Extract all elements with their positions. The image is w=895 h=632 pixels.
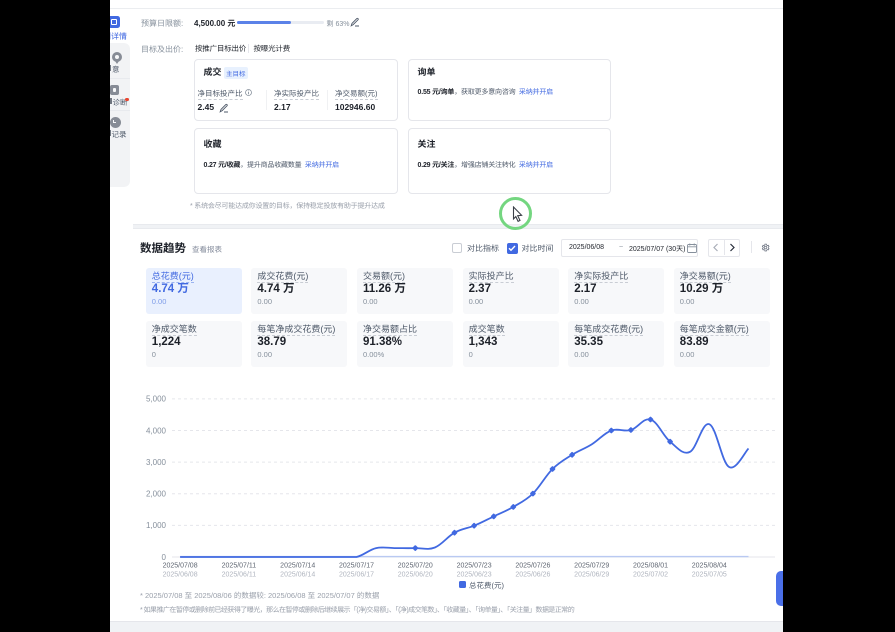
svg-text:2025/08/01: 2025/08/01 [633,563,668,570]
svg-text:2025/07/05: 2025/07/05 [692,572,727,579]
svg-text:2,000: 2,000 [146,490,167,499]
svg-text:2025/06/26: 2025/06/26 [515,572,550,579]
svg-text:0: 0 [162,553,167,562]
svg-text:2025/08/04: 2025/08/04 [692,563,727,570]
svg-text:2025/06/29: 2025/06/29 [574,572,609,579]
svg-text:2025/06/17: 2025/06/17 [339,572,374,579]
svg-text:2025/07/20: 2025/07/20 [398,563,433,570]
svg-text:2025/06/20: 2025/06/20 [398,572,433,579]
svg-text:2025/07/11: 2025/07/11 [222,563,257,570]
svg-text:2025/06/11: 2025/06/11 [222,572,257,579]
svg-text:2025/07/26: 2025/07/26 [515,563,550,570]
svg-text:2025/07/23: 2025/07/23 [457,563,492,570]
svg-text:2025/07/14: 2025/07/14 [280,563,315,570]
svg-text:2025/06/23: 2025/06/23 [457,572,492,579]
svg-text:2025/07/02: 2025/07/02 [633,572,668,579]
svg-text:3,000: 3,000 [146,458,167,467]
svg-text:4,000: 4,000 [146,426,167,435]
svg-text:2025/06/14: 2025/06/14 [280,572,315,579]
svg-text:2025/07/08: 2025/07/08 [163,563,198,570]
svg-text:2025/07/29: 2025/07/29 [574,563,609,570]
svg-text:1,000: 1,000 [146,521,167,530]
svg-text:2025/07/17: 2025/07/17 [339,563,374,570]
svg-text:5,000: 5,000 [146,395,167,404]
svg-text:2025/06/08: 2025/06/08 [163,572,198,579]
